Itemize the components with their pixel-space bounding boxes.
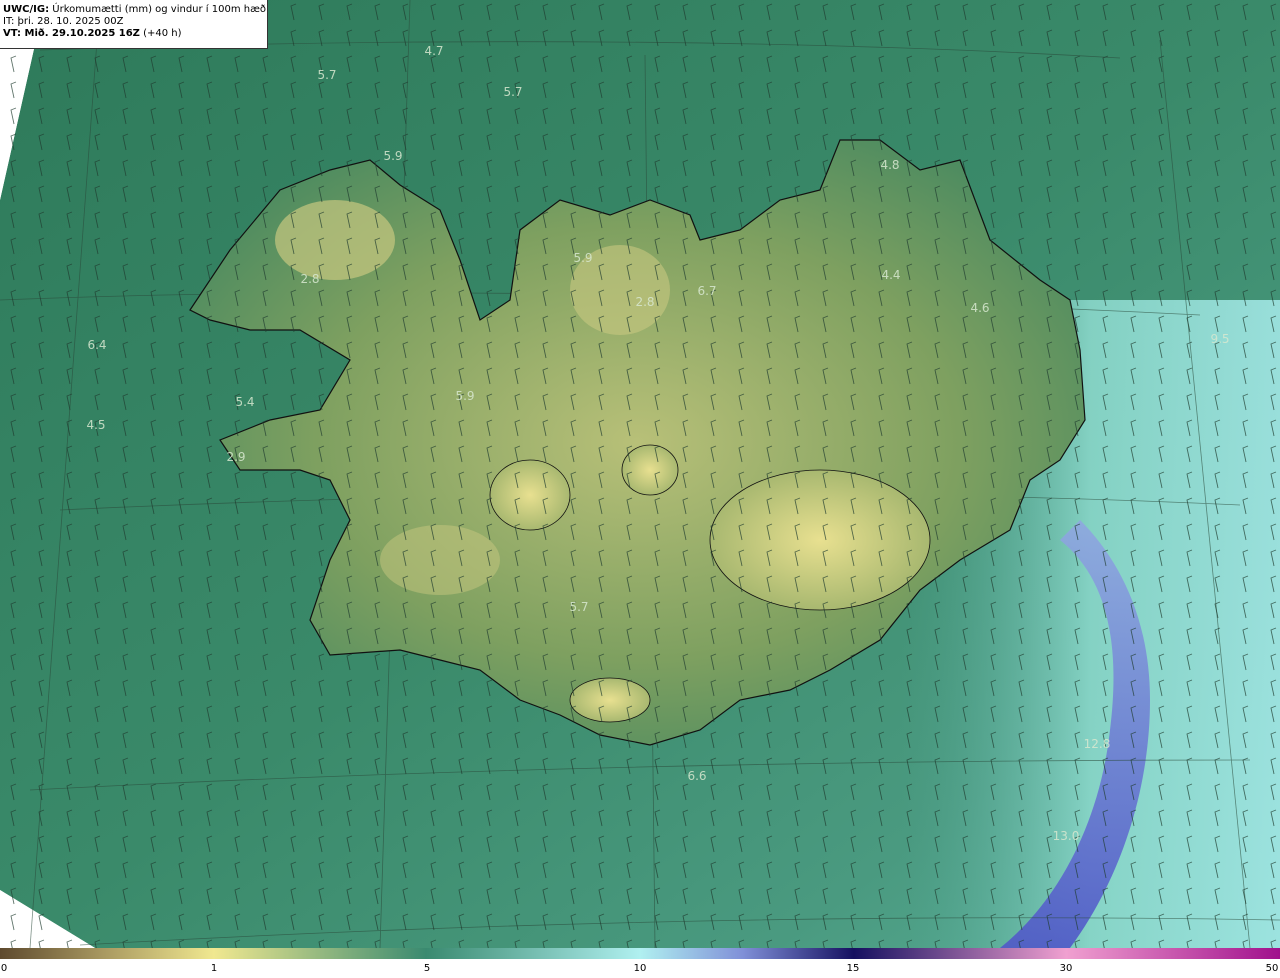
colorbar	[0, 948, 1280, 959]
model-name: UWC/IG:	[3, 4, 50, 15]
precip-value-label: 6.4	[87, 338, 106, 352]
tick-50: 50	[1265, 963, 1279, 974]
map-title-box: UWC/IG: Úrkomumætti (mm) og vindur í 100…	[0, 0, 268, 49]
forecast-hour: (+40 h)	[143, 28, 182, 39]
precip-value-label: 2.8	[635, 295, 654, 309]
precip-value-label: 6.7	[697, 284, 716, 298]
wind-barbs	[0, 0, 1280, 948]
precip-value-label: 9.5	[1210, 332, 1229, 346]
precip-value-label: 5.7	[503, 85, 522, 99]
product-name: Úrkomumætti (mm) og vindur í 100m hæð	[52, 4, 267, 15]
precip-value-label: 5.4	[235, 395, 254, 409]
precip-value-label: 5.9	[383, 149, 402, 163]
precip-value-label: 4.8	[880, 158, 899, 172]
precip-value-label: 4.5	[86, 418, 105, 432]
tick-30: 30	[1059, 963, 1073, 974]
precip-value-label: 5.9	[455, 389, 474, 403]
precip-value-label: 5.7	[317, 68, 336, 82]
init-time: IT: þri. 28. 10. 2025 00Z	[3, 16, 124, 27]
precip-value-label: 5.9	[573, 251, 592, 265]
precip-value-label: 4.4	[881, 268, 900, 282]
precip-value-label: 6.6	[687, 769, 706, 783]
precip-value-label: 13.0	[1053, 829, 1080, 843]
precip-value-label: 12.8	[1084, 737, 1111, 751]
precip-value-label: 4.7	[424, 44, 443, 58]
precip-value-label: 4.6	[970, 301, 989, 315]
tick-5: 5	[423, 963, 431, 974]
tick-10: 10	[633, 963, 647, 974]
tick-0: 0	[0, 963, 8, 974]
precip-value-label: 2.8	[300, 272, 319, 286]
colorbar-ticks: 0 1 5 10 15 30 50	[0, 959, 1280, 978]
precip-value-label: 2.9	[226, 450, 245, 464]
forecast-map: 4.7 5.7 5.7 5.9 4.8 5.9 2.8 6.7 4.4 2.8 4.6 9.5 6.4 5…	[0, 0, 1280, 948]
tick-15: 15	[846, 963, 860, 974]
precip-value-label: 5.7	[569, 600, 588, 614]
valid-time: VT: Mið. 29.10.2025 16Z	[3, 28, 140, 39]
tick-1: 1	[210, 963, 218, 974]
